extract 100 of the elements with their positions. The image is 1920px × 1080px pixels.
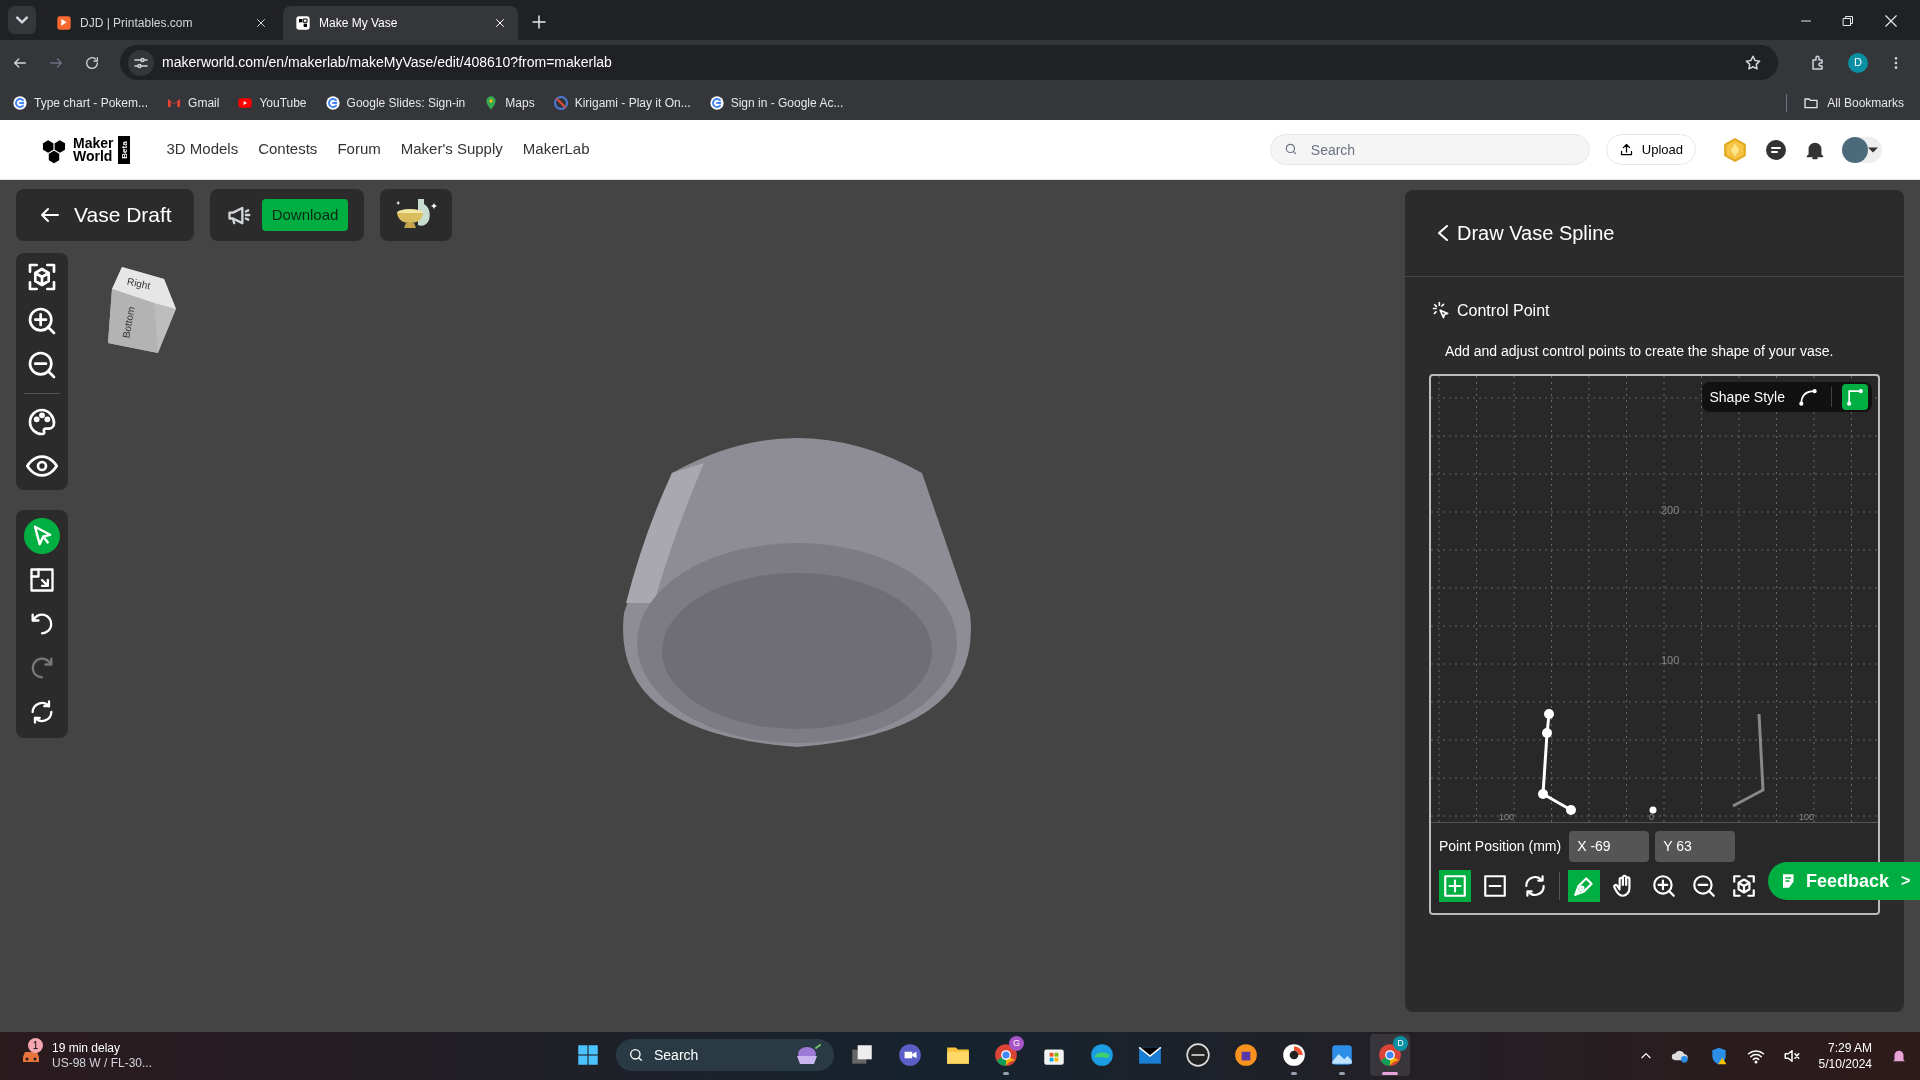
bookmark-link[interactable]: Google Slides: Sign-in xyxy=(324,93,466,112)
panel-title: Draw Vase Spline xyxy=(1457,221,1615,246)
download-button[interactable]: Download xyxy=(261,199,349,231)
url-text: makerworld.com/en/makerlab/makeMyVase/edit/408610?from=makerlab xyxy=(162,53,613,72)
point-position-label: Point Position (mm) xyxy=(1439,837,1562,856)
bookmark-link[interactable]: Maps xyxy=(483,93,535,112)
all-bookmarks-button[interactable]: All Bookmarks xyxy=(1786,93,1908,112)
video-chat-icon xyxy=(897,1042,923,1068)
search-field[interactable]: Search xyxy=(1269,134,1590,165)
bookmark-favicon-icon xyxy=(552,94,569,111)
zoom-out-icon xyxy=(1691,873,1717,899)
app-badge: G xyxy=(1009,1036,1024,1051)
weather-subtitle: US-98 W / FL-30... xyxy=(52,1056,153,1071)
fit-view-icon[interactable] xyxy=(26,261,58,293)
shield-app-icon xyxy=(1233,1042,1259,1068)
axis-label: 0 xyxy=(1649,812,1654,822)
zoom-out-icon[interactable] xyxy=(26,349,58,381)
back-button[interactable]: Vase Draft xyxy=(16,189,194,241)
bookmark-link[interactable]: Kirigami - Play it On... xyxy=(552,93,691,112)
app-badge: D xyxy=(1393,1036,1408,1051)
curve-icon xyxy=(1798,387,1818,407)
bookmark-favicon-icon xyxy=(324,94,341,111)
vase-gallery-button[interactable] xyxy=(380,189,453,241)
nav-link[interactable]: Contests xyxy=(258,138,318,161)
clock[interactable]: 7:29 AM 5/10/2024 xyxy=(1818,1040,1872,1072)
remove-point-icon xyxy=(1482,873,1508,899)
chrome-icon xyxy=(1377,1042,1403,1068)
y-coordinate-field[interactable]: Y 63 xyxy=(1655,831,1736,862)
corner-icon xyxy=(1845,387,1865,407)
speaker-muted-icon[interactable] xyxy=(1782,1047,1801,1065)
close-icon[interactable] xyxy=(1884,14,1898,28)
message-icon[interactable] xyxy=(1764,137,1788,162)
nav-link[interactable]: Forum xyxy=(337,138,381,161)
bookmark-favicon-icon xyxy=(12,94,28,111)
edge-icon xyxy=(1089,1042,1115,1068)
tab-favicon-icon xyxy=(295,15,311,31)
section-title: Control Point xyxy=(1457,301,1550,321)
address-bar[interactable]: makerworld.com/en/makerlab/makeMyVase/edit/408610?from=makerlab xyxy=(120,45,1778,80)
tool-button[interactable] xyxy=(24,518,60,554)
nav-link[interactable]: MakerLab xyxy=(522,138,590,161)
beta-label: Beta xyxy=(118,140,130,159)
weather-title: 19 min delay xyxy=(52,1041,122,1056)
add-point-icon xyxy=(1442,873,1468,899)
profile-avatar[interactable]: D xyxy=(1848,52,1868,73)
search-icon xyxy=(1283,142,1298,156)
fit-view-icon xyxy=(1731,873,1757,899)
chevron-down-icon xyxy=(16,16,28,24)
taskbar-app[interactable]: D xyxy=(1370,1034,1410,1076)
tab-title: DJD | Printables.com xyxy=(80,15,194,32)
axis-label: 100 xyxy=(1499,812,1515,822)
search-placeholder: Search xyxy=(654,1045,700,1065)
photos-icon xyxy=(1329,1042,1355,1068)
browser-tab[interactable]: Make My Vase xyxy=(283,6,518,40)
cube-face-label: Right xyxy=(126,275,152,292)
bookmark-star-icon[interactable] xyxy=(1744,53,1762,72)
taskbar-search[interactable]: Search xyxy=(616,1039,834,1071)
search-icon xyxy=(628,1047,644,1063)
dell-icon xyxy=(1185,1042,1211,1068)
nav-link[interactable]: 3D Models xyxy=(166,138,239,161)
notification-badge: 1 xyxy=(28,1038,43,1053)
logo-text: Maker xyxy=(73,136,114,150)
scale-icon xyxy=(28,566,56,594)
windows-start-icon xyxy=(575,1042,601,1068)
ring-logo-icon xyxy=(1281,1042,1307,1068)
close-icon[interactable] xyxy=(255,17,267,29)
bookmark-link[interactable]: Sign in - Google Ac... xyxy=(708,93,844,112)
weather-widget[interactable]: 1 19 min delay US-98 W / FL-30... xyxy=(0,1041,560,1071)
wifi-icon[interactable] xyxy=(1746,1047,1765,1065)
tab-list-button[interactable] xyxy=(8,6,36,34)
bookmark-favicon-icon xyxy=(708,94,725,111)
x-coordinate-field[interactable]: X -69 xyxy=(1569,831,1650,862)
upload-icon xyxy=(1618,142,1634,157)
zoom-in-icon[interactable] xyxy=(26,305,58,337)
new-tab-icon[interactable] xyxy=(530,13,548,31)
shape-style-label: Shape Style xyxy=(1709,387,1785,407)
refresh-icon xyxy=(1522,873,1548,899)
restore-icon[interactable] xyxy=(1842,15,1854,27)
axis-label: 200 xyxy=(1661,503,1680,518)
avatar xyxy=(1842,136,1868,163)
origin-point xyxy=(1649,806,1657,814)
logo-text: World xyxy=(73,149,113,163)
click-sparkle-icon xyxy=(1431,301,1451,321)
palette-icon[interactable] xyxy=(26,406,58,438)
cube-face-label: Bottom xyxy=(120,305,137,339)
tab-title: Make My Vase xyxy=(319,15,399,32)
avatar-menu[interactable] xyxy=(1842,136,1882,163)
bookmark-link[interactable]: Type chart - Pokem... xyxy=(12,93,149,112)
taskbar-app[interactable]: G xyxy=(986,1034,1026,1076)
bookmark-link[interactable]: Gmail xyxy=(166,93,220,112)
tab-favicon-icon xyxy=(56,15,72,31)
close-icon[interactable] xyxy=(494,17,506,29)
axis-label: 100 xyxy=(1661,653,1680,668)
spline-drawing[interactable] xyxy=(1538,709,1765,815)
reload-icon[interactable] xyxy=(84,54,100,71)
chevron-left-icon[interactable] xyxy=(1435,223,1451,243)
caret-icon xyxy=(1868,146,1878,153)
bookmark-link[interactable]: YouTube xyxy=(237,93,307,112)
description-text: Add and adjust control points to create the shape of your vase. xyxy=(1444,342,1835,361)
nav-cube[interactable] xyxy=(108,267,176,353)
nav-link[interactable]: Maker's Supply xyxy=(400,138,503,161)
